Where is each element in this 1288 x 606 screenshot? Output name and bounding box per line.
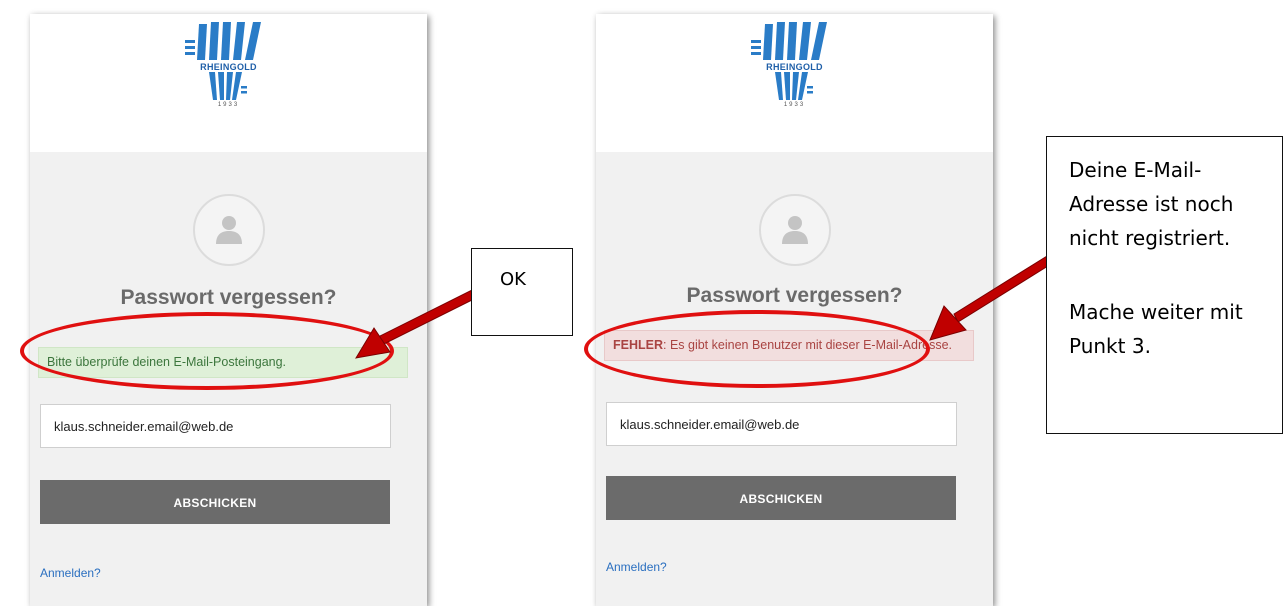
callout-ok: OK — [471, 248, 573, 336]
submit-button[interactable]: ABSCHICKEN — [40, 480, 390, 524]
login-link[interactable]: Anmelden? — [40, 566, 101, 580]
panel-header: RHEINGOLD 1933 — [596, 14, 993, 152]
callout-info-line1: Deine E-Mail-Adresse ist noch nicht regi… — [1069, 158, 1234, 250]
highlight-ellipse-success — [20, 312, 394, 390]
panel-header: RHEINGOLD 1933 — [30, 14, 427, 152]
user-icon — [215, 216, 242, 244]
submit-button[interactable]: ABSCHICKEN — [606, 476, 956, 520]
user-icon — [781, 216, 808, 244]
email-field[interactable] — [606, 402, 957, 446]
callout-info: Deine E-Mail-Adresse ist noch nicht regi… — [1046, 136, 1283, 434]
callout-info-line2: Mache weiter mit Punkt 3. — [1069, 300, 1243, 358]
avatar — [192, 194, 265, 266]
callout-ok-label: OK — [500, 269, 526, 290]
email-field[interactable] — [40, 404, 391, 448]
logo-year: 1933 — [783, 102, 806, 108]
login-link[interactable]: Anmelden? — [606, 560, 667, 574]
rheingold-logo: RHEINGOLD 1933 — [740, 20, 850, 109]
avatar — [758, 194, 831, 266]
logo-wordmark: RHEINGOLD — [766, 62, 823, 72]
login-panel-success: RHEINGOLD 1933 Passwort vergessen? Bitte… — [30, 14, 427, 606]
page-title: Passwort vergessen? — [120, 286, 337, 309]
logo-year: 1933 — [217, 102, 240, 108]
page-title: Passwort vergessen? — [686, 284, 903, 307]
logo-wordmark: RHEINGOLD — [200, 62, 257, 72]
rheingold-logo: RHEINGOLD 1933 — [174, 20, 284, 109]
highlight-ellipse-error — [584, 310, 930, 388]
